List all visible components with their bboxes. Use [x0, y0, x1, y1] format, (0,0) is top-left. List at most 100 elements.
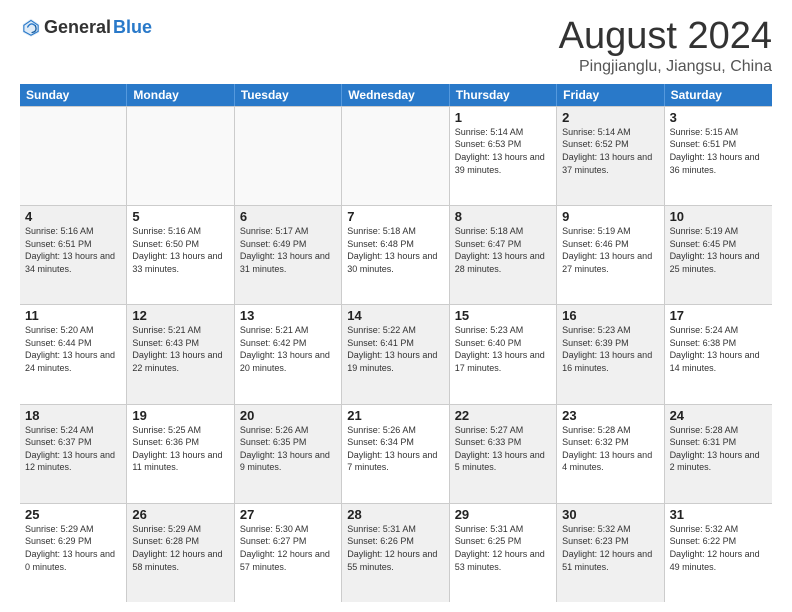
calendar-body: 1Sunrise: 5:14 AM Sunset: 6:53 PM Daylig…	[20, 106, 772, 602]
day-cell-25: 25Sunrise: 5:29 AM Sunset: 6:29 PM Dayli…	[20, 504, 127, 602]
logo-area: GeneralBlue	[20, 16, 152, 38]
logo-text-blue: Blue	[113, 17, 152, 38]
day-info: Sunrise: 5:24 AM Sunset: 6:37 PM Dayligh…	[25, 424, 121, 474]
day-info: Sunrise: 5:16 AM Sunset: 6:51 PM Dayligh…	[25, 225, 121, 275]
day-number: 2	[562, 110, 658, 125]
day-cell-1: 1Sunrise: 5:14 AM Sunset: 6:53 PM Daylig…	[450, 107, 557, 205]
day-number: 15	[455, 308, 551, 323]
calendar-header: Sunday Monday Tuesday Wednesday Thursday…	[20, 84, 772, 106]
week-row-2: 4Sunrise: 5:16 AM Sunset: 6:51 PM Daylig…	[20, 205, 772, 304]
header-friday: Friday	[557, 84, 664, 106]
header-sunday: Sunday	[20, 84, 127, 106]
day-info: Sunrise: 5:31 AM Sunset: 6:26 PM Dayligh…	[347, 523, 443, 573]
day-cell-4: 4Sunrise: 5:16 AM Sunset: 6:51 PM Daylig…	[20, 206, 127, 304]
day-number: 28	[347, 507, 443, 522]
day-cell-24: 24Sunrise: 5:28 AM Sunset: 6:31 PM Dayli…	[665, 405, 772, 503]
header: GeneralBlue August 2024 Pingjianglu, Jia…	[20, 16, 772, 76]
day-info: Sunrise: 5:17 AM Sunset: 6:49 PM Dayligh…	[240, 225, 336, 275]
day-cell-12: 12Sunrise: 5:21 AM Sunset: 6:43 PM Dayli…	[127, 305, 234, 403]
day-cell-empty	[20, 107, 127, 205]
day-info: Sunrise: 5:27 AM Sunset: 6:33 PM Dayligh…	[455, 424, 551, 474]
day-number: 8	[455, 209, 551, 224]
day-cell-14: 14Sunrise: 5:22 AM Sunset: 6:41 PM Dayli…	[342, 305, 449, 403]
day-number: 14	[347, 308, 443, 323]
day-number: 11	[25, 308, 121, 323]
logo-text-general: General	[44, 17, 111, 38]
week-row-5: 25Sunrise: 5:29 AM Sunset: 6:29 PM Dayli…	[20, 503, 772, 602]
day-number: 6	[240, 209, 336, 224]
day-number: 10	[670, 209, 767, 224]
day-number: 25	[25, 507, 121, 522]
day-number: 24	[670, 408, 767, 423]
day-info: Sunrise: 5:32 AM Sunset: 6:22 PM Dayligh…	[670, 523, 767, 573]
day-cell-9: 9Sunrise: 5:19 AM Sunset: 6:46 PM Daylig…	[557, 206, 664, 304]
day-cell-10: 10Sunrise: 5:19 AM Sunset: 6:45 PM Dayli…	[665, 206, 772, 304]
day-cell-2: 2Sunrise: 5:14 AM Sunset: 6:52 PM Daylig…	[557, 107, 664, 205]
day-cell-20: 20Sunrise: 5:26 AM Sunset: 6:35 PM Dayli…	[235, 405, 342, 503]
day-number: 22	[455, 408, 551, 423]
day-cell-26: 26Sunrise: 5:29 AM Sunset: 6:28 PM Dayli…	[127, 504, 234, 602]
day-cell-16: 16Sunrise: 5:23 AM Sunset: 6:39 PM Dayli…	[557, 305, 664, 403]
logo-icon	[20, 16, 42, 38]
day-info: Sunrise: 5:14 AM Sunset: 6:52 PM Dayligh…	[562, 126, 658, 176]
day-info: Sunrise: 5:20 AM Sunset: 6:44 PM Dayligh…	[25, 324, 121, 374]
calendar: Sunday Monday Tuesday Wednesday Thursday…	[20, 84, 772, 602]
page: GeneralBlue August 2024 Pingjianglu, Jia…	[0, 0, 792, 612]
day-info: Sunrise: 5:21 AM Sunset: 6:42 PM Dayligh…	[240, 324, 336, 374]
day-cell-23: 23Sunrise: 5:28 AM Sunset: 6:32 PM Dayli…	[557, 405, 664, 503]
day-cell-11: 11Sunrise: 5:20 AM Sunset: 6:44 PM Dayli…	[20, 305, 127, 403]
day-info: Sunrise: 5:14 AM Sunset: 6:53 PM Dayligh…	[455, 126, 551, 176]
day-number: 9	[562, 209, 658, 224]
day-cell-empty	[127, 107, 234, 205]
header-thursday: Thursday	[450, 84, 557, 106]
day-info: Sunrise: 5:29 AM Sunset: 6:28 PM Dayligh…	[132, 523, 228, 573]
day-cell-27: 27Sunrise: 5:30 AM Sunset: 6:27 PM Dayli…	[235, 504, 342, 602]
title-area: August 2024 Pingjianglu, Jiangsu, China	[559, 16, 772, 76]
day-info: Sunrise: 5:24 AM Sunset: 6:38 PM Dayligh…	[670, 324, 767, 374]
day-cell-8: 8Sunrise: 5:18 AM Sunset: 6:47 PM Daylig…	[450, 206, 557, 304]
day-info: Sunrise: 5:25 AM Sunset: 6:36 PM Dayligh…	[132, 424, 228, 474]
day-info: Sunrise: 5:21 AM Sunset: 6:43 PM Dayligh…	[132, 324, 228, 374]
day-number: 1	[455, 110, 551, 125]
day-number: 29	[455, 507, 551, 522]
day-cell-17: 17Sunrise: 5:24 AM Sunset: 6:38 PM Dayli…	[665, 305, 772, 403]
week-row-1: 1Sunrise: 5:14 AM Sunset: 6:53 PM Daylig…	[20, 106, 772, 205]
day-info: Sunrise: 5:32 AM Sunset: 6:23 PM Dayligh…	[562, 523, 658, 573]
day-cell-5: 5Sunrise: 5:16 AM Sunset: 6:50 PM Daylig…	[127, 206, 234, 304]
day-info: Sunrise: 5:19 AM Sunset: 6:45 PM Dayligh…	[670, 225, 767, 275]
day-number: 27	[240, 507, 336, 522]
day-cell-empty	[235, 107, 342, 205]
day-info: Sunrise: 5:16 AM Sunset: 6:50 PM Dayligh…	[132, 225, 228, 275]
day-cell-28: 28Sunrise: 5:31 AM Sunset: 6:26 PM Dayli…	[342, 504, 449, 602]
day-info: Sunrise: 5:19 AM Sunset: 6:46 PM Dayligh…	[562, 225, 658, 275]
day-info: Sunrise: 5:15 AM Sunset: 6:51 PM Dayligh…	[670, 126, 767, 176]
day-info: Sunrise: 5:30 AM Sunset: 6:27 PM Dayligh…	[240, 523, 336, 573]
day-number: 21	[347, 408, 443, 423]
day-info: Sunrise: 5:28 AM Sunset: 6:31 PM Dayligh…	[670, 424, 767, 474]
day-info: Sunrise: 5:18 AM Sunset: 6:47 PM Dayligh…	[455, 225, 551, 275]
day-number: 30	[562, 507, 658, 522]
day-info: Sunrise: 5:23 AM Sunset: 6:40 PM Dayligh…	[455, 324, 551, 374]
day-cell-6: 6Sunrise: 5:17 AM Sunset: 6:49 PM Daylig…	[235, 206, 342, 304]
day-number: 31	[670, 507, 767, 522]
header-monday: Monday	[127, 84, 234, 106]
day-number: 4	[25, 209, 121, 224]
day-cell-31: 31Sunrise: 5:32 AM Sunset: 6:22 PM Dayli…	[665, 504, 772, 602]
day-number: 19	[132, 408, 228, 423]
day-number: 17	[670, 308, 767, 323]
day-cell-13: 13Sunrise: 5:21 AM Sunset: 6:42 PM Dayli…	[235, 305, 342, 403]
day-number: 12	[132, 308, 228, 323]
day-info: Sunrise: 5:23 AM Sunset: 6:39 PM Dayligh…	[562, 324, 658, 374]
day-info: Sunrise: 5:26 AM Sunset: 6:35 PM Dayligh…	[240, 424, 336, 474]
day-cell-7: 7Sunrise: 5:18 AM Sunset: 6:48 PM Daylig…	[342, 206, 449, 304]
day-number: 13	[240, 308, 336, 323]
day-info: Sunrise: 5:29 AM Sunset: 6:29 PM Dayligh…	[25, 523, 121, 573]
day-number: 23	[562, 408, 658, 423]
logo: GeneralBlue	[20, 16, 152, 38]
day-number: 7	[347, 209, 443, 224]
day-cell-3: 3Sunrise: 5:15 AM Sunset: 6:51 PM Daylig…	[665, 107, 772, 205]
day-cell-18: 18Sunrise: 5:24 AM Sunset: 6:37 PM Dayli…	[20, 405, 127, 503]
day-cell-22: 22Sunrise: 5:27 AM Sunset: 6:33 PM Dayli…	[450, 405, 557, 503]
day-number: 20	[240, 408, 336, 423]
day-cell-21: 21Sunrise: 5:26 AM Sunset: 6:34 PM Dayli…	[342, 405, 449, 503]
